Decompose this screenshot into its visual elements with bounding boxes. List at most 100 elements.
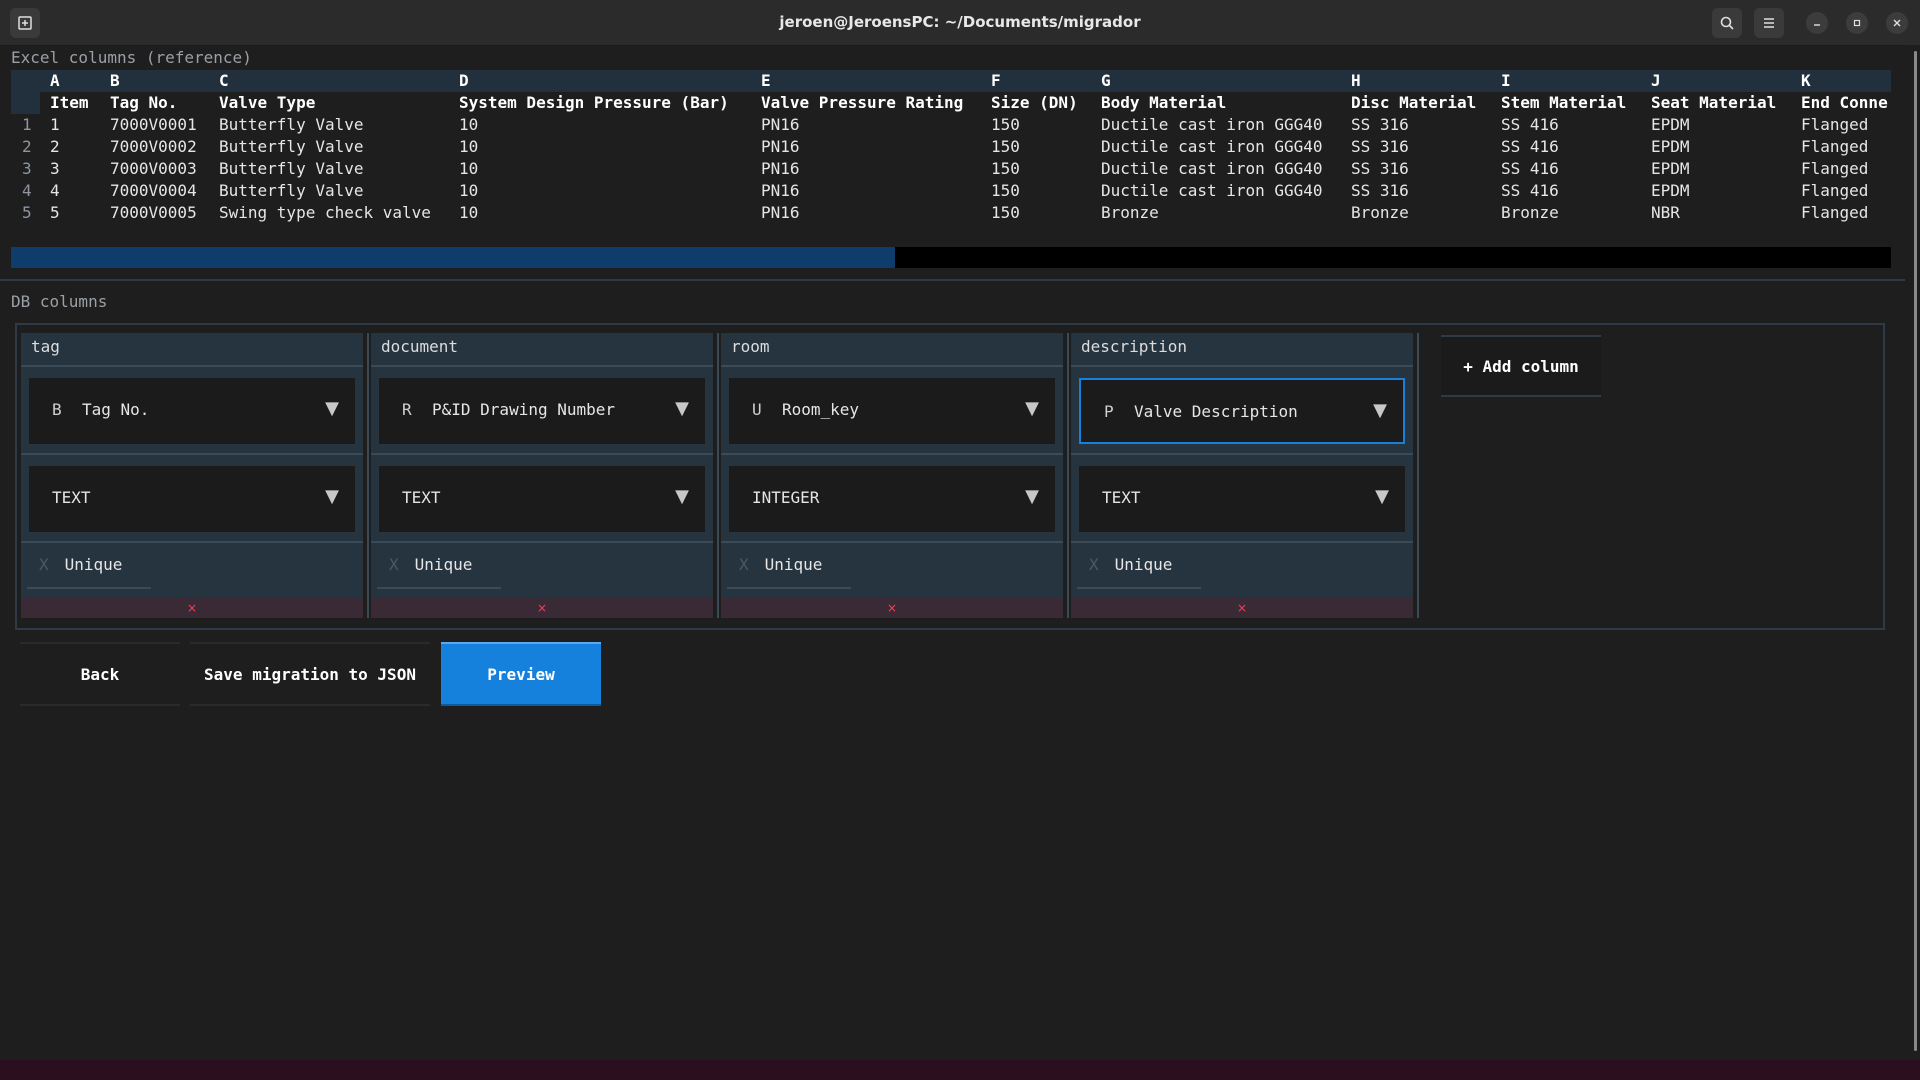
column-header: Valve Pressure Rating — [761, 93, 964, 112]
source-column-dropdown[interactable]: U Room_key ▼ — [729, 378, 1055, 444]
chevron-down-icon: ▼ — [675, 398, 689, 419]
table-cell: Butterfly Valve — [219, 137, 364, 156]
db-column-name[interactable]: room — [731, 337, 770, 356]
table-cell: Ductile cast iron GGG40 — [1101, 159, 1323, 178]
type-dropdown[interactable]: INTEGER ▼ — [729, 466, 1055, 532]
column-divider — [1417, 333, 1419, 618]
checkbox-mark: X — [739, 555, 749, 574]
table-cell: Butterfly Valve — [219, 115, 364, 134]
unique-label: Unique — [64, 555, 123, 574]
preview-button[interactable]: Preview — [441, 642, 601, 706]
table-cell: NBR — [1651, 203, 1680, 222]
column-letter: H — [1351, 71, 1361, 90]
back-button[interactable]: Back — [20, 642, 180, 706]
table-cell: SS 416 — [1501, 137, 1559, 156]
separator — [371, 541, 713, 543]
unique-checkbox[interactable]: X Unique — [1089, 555, 1172, 574]
table-cell: Flanged — [1801, 181, 1869, 200]
db-column-name[interactable]: tag — [31, 337, 60, 356]
table-cell: 10 — [459, 159, 479, 178]
db-section-label: DB columns — [11, 292, 108, 311]
save-migration-button[interactable]: Save migration to JSON — [190, 642, 430, 706]
db-column-name[interactable]: description — [1081, 337, 1187, 356]
column-letter: D — [459, 71, 469, 90]
table-cell: PN16 — [761, 159, 800, 178]
source-column-letter: P — [1104, 402, 1114, 421]
separator — [721, 453, 1063, 455]
table-cell: Ductile cast iron GGG40 — [1101, 181, 1323, 200]
column-header-row: Item Tag No. Valve Type System Design Press… — [11, 92, 1891, 114]
bottom-strip — [0, 1060, 1920, 1080]
delete-column-button[interactable]: × — [371, 598, 713, 618]
delete-column-button[interactable]: × — [1071, 598, 1413, 618]
table-cell: 10 — [459, 203, 479, 222]
table-cell: 150 — [991, 115, 1020, 134]
table-cell: 150 — [991, 159, 1020, 178]
window-title: jeroen@JeroensPC: ~/Documents/migrador — [779, 13, 1141, 31]
terminal-scrollbar[interactable] — [1906, 45, 1920, 1060]
unique-checkbox[interactable]: X Unique — [39, 555, 122, 574]
chevron-down-icon: ▼ — [1373, 400, 1387, 421]
delete-column-button[interactable]: × — [21, 598, 363, 618]
chevron-down-icon: ▼ — [1025, 486, 1039, 507]
excel-horizontal-scrollbar[interactable] — [11, 247, 1891, 268]
db-column-name[interactable]: document — [381, 337, 458, 356]
excel-section-label: Excel columns (reference) — [11, 48, 252, 67]
table-cell: SS 416 — [1501, 159, 1559, 178]
column-header: Disc Material — [1351, 93, 1477, 112]
table-cell: Ductile cast iron GGG40 — [1101, 137, 1323, 156]
minimize-icon[interactable] — [1806, 12, 1828, 34]
type-value: TEXT — [402, 488, 441, 507]
column-header: Body Material — [1101, 93, 1227, 112]
table-cell: Flanged — [1801, 203, 1869, 222]
excel-reference-table: A B C D E F G H I J K Item Tag No. Valve Type System … — [11, 70, 1891, 224]
row-number: 1 — [22, 115, 32, 134]
scrollbar-thumb[interactable] — [11, 247, 895, 268]
table-cell: 150 — [991, 137, 1020, 156]
type-dropdown[interactable]: TEXT ▼ — [29, 466, 355, 532]
type-dropdown[interactable]: TEXT ▼ — [1079, 466, 1405, 532]
table-cell: SS 416 — [1501, 115, 1559, 134]
source-column-letter: B — [52, 400, 62, 419]
name-underline — [371, 365, 713, 367]
table-row: 3 3 7000V0003 Butterfly Valve 10 PN16 150 Ducti… — [11, 158, 1891, 180]
db-column-card: room U Room_key ▼ INTEGER ▼ X Unique × — [721, 333, 1069, 618]
table-cell: 7000V0002 — [110, 137, 197, 156]
row-number: 2 — [22, 137, 32, 156]
checkbox-underline — [27, 587, 151, 589]
unique-checkbox[interactable]: X Unique — [739, 555, 822, 574]
table-row: 5 5 7000V0005 Swing type check valve 10 PN16 1… — [11, 202, 1891, 224]
table-cell: 5 — [50, 203, 60, 222]
column-letter: F — [991, 71, 1001, 90]
terminal-scrollbar-thumb[interactable] — [1914, 51, 1917, 1051]
source-column-dropdown[interactable]: B Tag No. ▼ — [29, 378, 355, 444]
separator — [21, 453, 363, 455]
source-column-dropdown[interactable]: P Valve Description ▼ — [1079, 378, 1405, 444]
column-letter: K — [1801, 71, 1811, 90]
type-dropdown[interactable]: TEXT ▼ — [379, 466, 705, 532]
hamburger-menu-icon[interactable] — [1754, 8, 1784, 38]
chevron-down-icon: ▼ — [675, 486, 689, 507]
separator — [1071, 541, 1413, 543]
row-number: 4 — [22, 181, 32, 200]
source-column-dropdown[interactable]: R P&ID Drawing Number ▼ — [379, 378, 705, 444]
table-cell: 7000V0005 — [110, 203, 197, 222]
separator — [1071, 453, 1413, 455]
search-icon[interactable] — [1712, 8, 1742, 38]
maximize-icon[interactable] — [1846, 12, 1868, 34]
column-divider — [717, 333, 719, 618]
close-icon[interactable] — [1886, 12, 1908, 34]
column-header: System Design Pressure (Bar) — [459, 93, 729, 112]
add-column-button[interactable]: + Add column — [1441, 335, 1601, 397]
column-header: Item — [50, 93, 89, 112]
table-cell: PN16 — [761, 115, 800, 134]
table-cell: 150 — [991, 203, 1020, 222]
source-column-label: Tag No. — [82, 400, 150, 419]
delete-column-button[interactable]: × — [721, 598, 1063, 618]
unique-label: Unique — [1114, 555, 1173, 574]
column-letter: C — [219, 71, 229, 90]
source-column-label: Valve Description — [1134, 402, 1298, 421]
chevron-down-icon: ▼ — [1375, 486, 1389, 507]
table-cell: SS 316 — [1351, 115, 1409, 134]
unique-checkbox[interactable]: X Unique — [389, 555, 472, 574]
